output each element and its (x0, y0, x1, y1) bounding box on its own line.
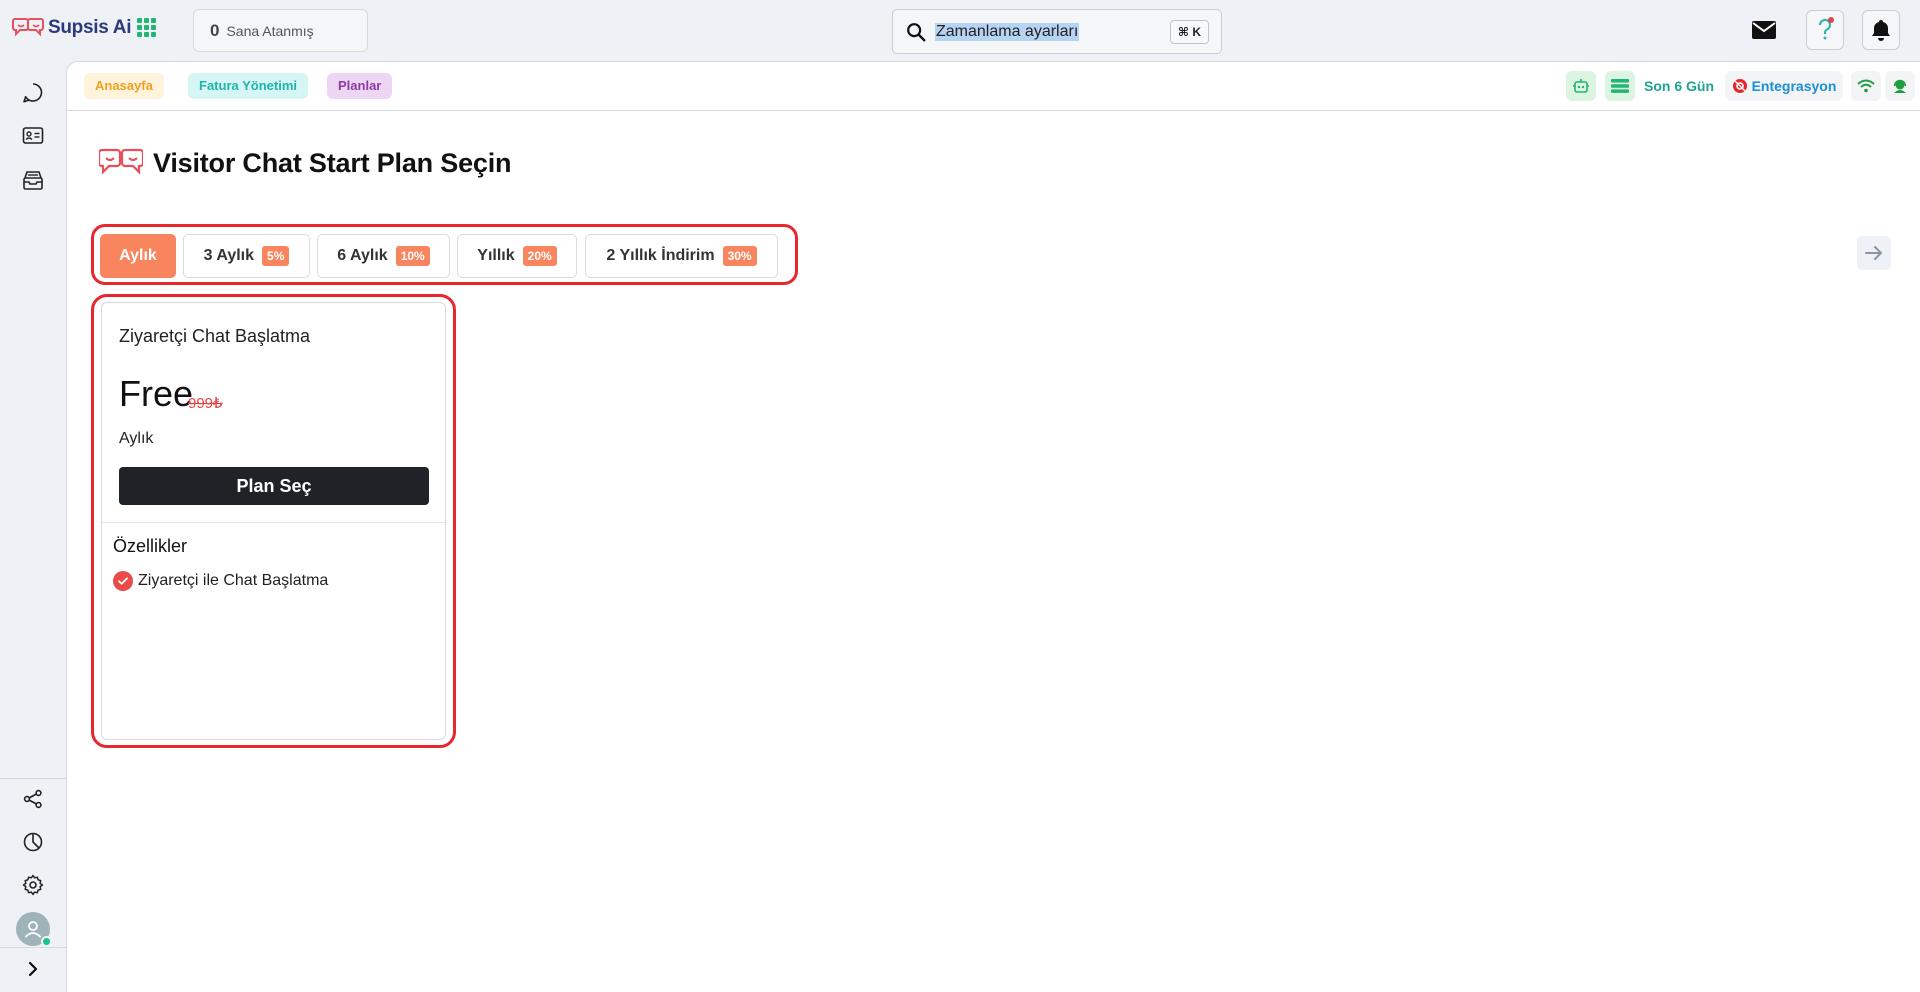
mail-icon (1752, 21, 1776, 39)
agent-status-button[interactable] (1885, 71, 1915, 101)
discount-badge: 5% (262, 246, 290, 266)
breadcrumb-home[interactable]: Anasayfa (84, 73, 164, 99)
page-title: Visitor Chat Start Plan Seçin (153, 147, 512, 178)
sidebar-item-reports[interactable] (20, 829, 46, 855)
logo[interactable]: Supsis Ai (12, 16, 131, 40)
list-icon (1611, 79, 1629, 93)
sidebar-divider (0, 947, 66, 948)
tab-label: 2 Yıllık İndirim (606, 247, 715, 264)
choose-plan-button[interactable]: Plan Seç (119, 467, 429, 505)
plan-period: Aylık (119, 430, 154, 447)
plan-card-highlight: Ziyaretçi Chat Başlatma Free 999₺ Aylık … (91, 294, 456, 748)
tab-monthly[interactable]: Aylık (100, 234, 176, 278)
sidebar-item-chats[interactable] (20, 80, 46, 106)
discount-badge: 20% (522, 246, 557, 266)
agent-headset-icon (1893, 79, 1907, 93)
apps-grid-icon[interactable] (137, 18, 156, 37)
card-divider (102, 522, 445, 523)
gear-icon (22, 874, 44, 896)
id-card-icon (22, 127, 44, 144)
plan-old-price: 999₺ (188, 395, 223, 412)
mail-button[interactable] (1750, 17, 1778, 43)
breadcrumb-plans[interactable]: Planlar (327, 73, 393, 99)
inbox-archive-icon (23, 171, 43, 190)
search-value: Zamanlama ayarları (935, 22, 1080, 41)
notification-dot (1828, 17, 1834, 23)
sidebar-divider (0, 778, 66, 779)
wifi-icon (1857, 79, 1875, 93)
sidebar (0, 62, 66, 992)
top-bar: Supsis Ai 0 Sana Atanmış Zamanlama ayarl… (0, 0, 1920, 62)
user-icon (24, 921, 42, 938)
assigned-label: Sana Atanmış (226, 22, 314, 39)
help-button[interactable] (1806, 10, 1844, 50)
search-icon (907, 22, 926, 41)
chat-bubbles-logo-icon (12, 18, 44, 37)
integration-label: Entegrasyon (1751, 78, 1837, 94)
integration-error-icon (1732, 79, 1747, 93)
next-button[interactable] (1857, 236, 1891, 270)
plan-name: Ziyaretçi Chat Başlatma (119, 326, 311, 346)
sidebar-item-contacts[interactable] (20, 123, 46, 149)
date-range-label[interactable]: Son 6 Gün (1641, 71, 1717, 101)
billing-period-tabs: Aylık 3 Aylık 5% 6 Aylık 10% Yıllık 20% … (91, 224, 798, 285)
assigned-count: 0 (210, 20, 220, 40)
chevron-right-icon (28, 961, 38, 977)
search-input[interactable]: Zamanlama ayarları ⌘ K (892, 9, 1222, 54)
integration-status-button[interactable]: Entegrasyon (1725, 71, 1843, 101)
pie-chart-icon (23, 832, 43, 852)
chat-bubble-icon (23, 83, 43, 103)
sidebar-item-inbox[interactable] (20, 167, 46, 193)
page-header: Visitor Chat Start Plan Seçin (99, 146, 512, 180)
discount-badge: 10% (395, 246, 430, 266)
discount-badge: 30% (722, 246, 757, 266)
robot-icon (1573, 79, 1589, 93)
tab-2-years[interactable]: 2 Yıllık İndirim 30% (585, 234, 778, 278)
sidebar-item-settings[interactable] (20, 872, 46, 898)
tab-yearly[interactable]: Yıllık 20% (457, 234, 577, 278)
share-nodes-icon (23, 789, 42, 809)
chat-bubbles-icon (99, 148, 143, 175)
feature-label: Ziyaretçi ile Chat Başlatma (138, 572, 329, 589)
breadcrumb-invoice-management[interactable]: Fatura Yönetimi (188, 73, 309, 99)
tab-label: 3 Aylık (203, 247, 255, 264)
bell-icon (1872, 20, 1890, 41)
features-title: Özellikler (113, 536, 188, 556)
main-panel: Anasayfa Fatura Yönetimi Planlar Son 6 G… (66, 61, 1920, 992)
tab-3-months[interactable]: 3 Aylık 5% (183, 234, 310, 278)
bot-status-button[interactable] (1566, 71, 1596, 101)
check-circle-icon (113, 571, 133, 591)
expand-sidebar-button[interactable] (20, 956, 46, 982)
plan-price: Free (119, 373, 194, 414)
feature-item: Ziyaretçi ile Chat Başlatma (113, 571, 328, 591)
online-status-indicator (41, 936, 52, 947)
queue-list-button[interactable] (1605, 71, 1635, 101)
sub-header: Anasayfa Fatura Yönetimi Planlar Son 6 G… (67, 62, 1920, 111)
search-shortcut: ⌘ K (1169, 20, 1209, 44)
assigned-to-me-button[interactable]: 0 Sana Atanmış (193, 9, 368, 52)
notifications-button[interactable] (1862, 10, 1900, 50)
logo-text: Supsis Ai (48, 17, 132, 38)
arrow-right-icon (1865, 246, 1882, 260)
avatar[interactable] (16, 912, 52, 947)
tab-label: Yıllık (477, 247, 515, 264)
tab-label: Aylık (119, 247, 157, 264)
sidebar-item-integrations[interactable] (20, 786, 46, 812)
plan-card: Ziyaretçi Chat Başlatma Free 999₺ Aylık … (101, 302, 446, 740)
connection-status-button[interactable] (1851, 71, 1881, 101)
tab-6-months[interactable]: 6 Aylık 10% (317, 234, 450, 278)
tab-label: 6 Aylık (337, 247, 388, 264)
